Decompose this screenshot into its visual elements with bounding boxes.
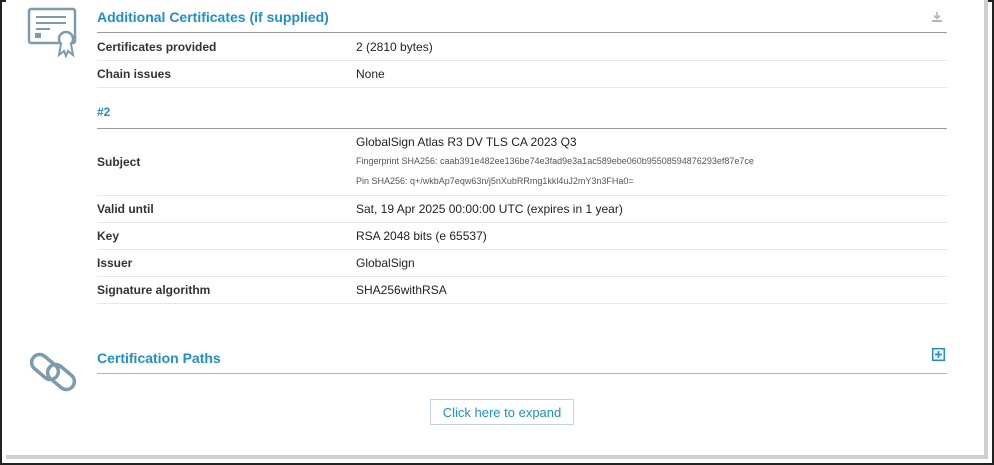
row-divider <box>97 222 947 223</box>
certificate-icon <box>27 7 77 58</box>
subject-value: GlobalSign Atlas R3 DV TLS CA 2023 Q3 <box>356 135 577 149</box>
chain-issues-label: Chain issues <box>97 67 172 81</box>
row-divider <box>97 195 947 196</box>
expand-button[interactable]: Click here to expand <box>430 399 574 425</box>
fingerprint-sha256: Fingerprint SHA256: caab391e482ee136be74… <box>356 156 754 166</box>
signature-algorithm-label: Signature algorithm <box>97 283 211 297</box>
download-icon[interactable] <box>931 11 943 23</box>
row-divider <box>97 87 947 88</box>
content-panel: Additional Certificates (if supplied) Ce… <box>6 0 984 455</box>
issuer-value: GlobalSign <box>356 256 415 270</box>
key-value: RSA 2048 bits (e 65537) <box>356 229 487 243</box>
additional-certificates-title: Additional Certificates (if supplied) <box>97 9 329 25</box>
issuer-label: Issuer <box>97 256 133 270</box>
valid-until-label: Valid until <box>97 202 154 216</box>
chain-link-icon <box>29 352 77 392</box>
panel-shadow <box>6 455 984 459</box>
row-divider <box>97 303 947 304</box>
section-divider <box>97 128 947 129</box>
plus-box-icon[interactable] <box>932 348 945 361</box>
panel-shadow <box>984 0 988 459</box>
signature-algorithm-value: SHA256withRSA <box>356 283 447 297</box>
certificates-provided-value: 2 (2810 bytes) <box>356 40 433 54</box>
certificates-provided-label: Certificates provided <box>97 40 217 54</box>
section-divider <box>97 32 947 33</box>
key-label: Key <box>97 229 120 243</box>
row-divider <box>97 60 947 61</box>
section-divider <box>97 373 947 374</box>
valid-until-value: Sat, 19 Apr 2025 00:00:00 UTC (expires i… <box>356 202 623 216</box>
certification-paths-title: Certification Paths <box>97 350 221 366</box>
chain-issues-value: None <box>356 67 385 81</box>
pin-sha256: Pin SHA256: q+/wkbAp7eqw63n/j5nXubRRmg1k… <box>356 176 634 186</box>
cert-2-heading: #2 <box>97 105 111 119</box>
row-divider <box>97 276 947 277</box>
row-divider <box>97 249 947 250</box>
subject-label: Subject <box>97 155 141 169</box>
